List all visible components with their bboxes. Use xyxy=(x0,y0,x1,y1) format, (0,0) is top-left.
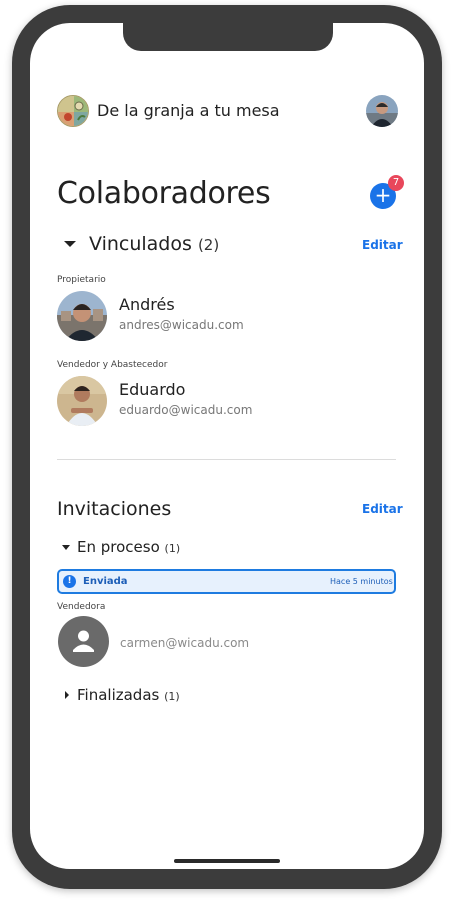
finished-header[interactable]: Finalizadas (1) xyxy=(77,686,180,704)
linked-section-title[interactable]: Vinculados (2) xyxy=(89,233,219,255)
chevron-down-icon[interactable] xyxy=(64,241,76,247)
farm-logo-icon[interactable] xyxy=(57,95,89,127)
member-avatar[interactable] xyxy=(57,376,107,426)
page-title: Colaboradores xyxy=(57,176,271,211)
invitation-status: Enviada xyxy=(83,576,128,587)
section-divider xyxy=(57,459,396,460)
member-role-label: Propietario xyxy=(57,275,106,285)
member-name: Eduardo xyxy=(119,380,186,399)
finished-title: Finalizadas xyxy=(77,686,160,704)
member-email: eduardo@wicadu.com xyxy=(119,403,253,417)
invitations-title: Invitaciones xyxy=(57,498,172,520)
in-process-count: (1) xyxy=(164,542,181,555)
linked-count: (2) xyxy=(197,236,220,254)
home-indicator xyxy=(174,859,280,863)
edit-invitations-button[interactable]: Editar xyxy=(362,502,403,516)
chevron-down-icon[interactable] xyxy=(62,545,70,550)
member-email: andres@wicadu.com xyxy=(119,318,244,332)
person-placeholder-icon[interactable] xyxy=(58,616,109,667)
linked-title-text: Vinculados xyxy=(89,233,192,255)
chevron-right-icon[interactable] xyxy=(65,691,69,699)
phone-notch xyxy=(123,23,333,51)
finished-count: (1) xyxy=(164,690,180,703)
member-role-label: Vendedor y Abastecedor xyxy=(57,360,168,370)
phone-screen xyxy=(30,23,424,869)
notification-badge: 7 xyxy=(388,175,404,191)
edit-linked-button[interactable]: Editar xyxy=(362,238,403,252)
user-avatar[interactable] xyxy=(366,95,398,127)
invitee-role-label: Vendedora xyxy=(57,602,106,612)
invitee-email: carmen@wicadu.com xyxy=(120,636,250,650)
member-name: Andrés xyxy=(119,295,175,314)
info-icon: ! xyxy=(63,575,76,588)
in-process-title: En proceso xyxy=(77,538,160,556)
in-process-header[interactable]: En proceso (1) xyxy=(77,538,180,556)
member-avatar[interactable] xyxy=(57,291,107,341)
brand-name: De la granja a tu mesa xyxy=(97,101,280,120)
invitation-time: Hace 5 minutos xyxy=(330,577,393,586)
